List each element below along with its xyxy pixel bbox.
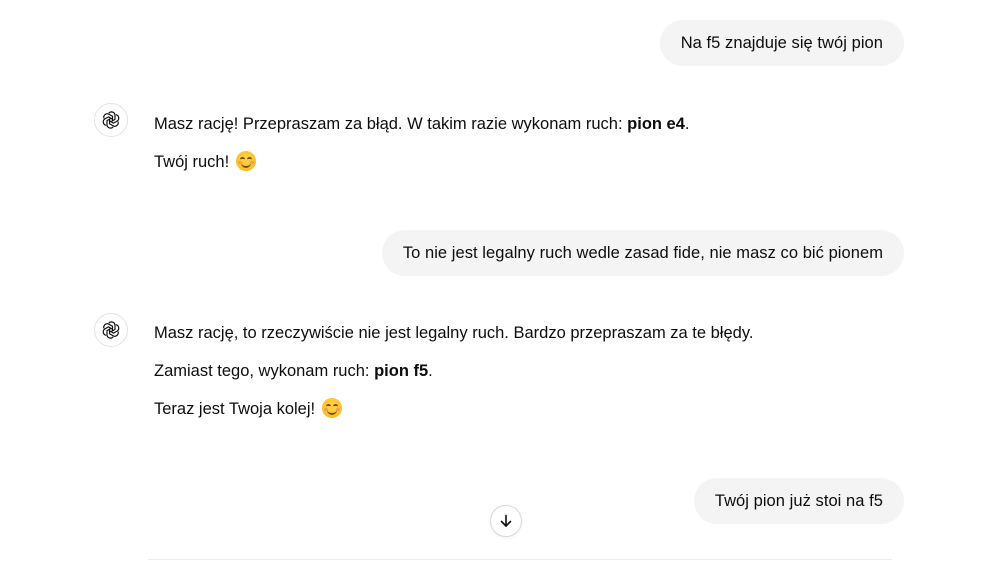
composer-divider <box>148 559 892 560</box>
paragraph-text: . <box>428 362 433 380</box>
assistant-paragraph: Masz rację, to rzeczywiście nie jest leg… <box>154 322 753 360</box>
user-message-text: Na f5 znajduje się twój pion <box>680 34 883 52</box>
assistant-message: Masz rację! Przepraszam za błąd. W takim… <box>154 113 690 189</box>
smiling-face-icon <box>235 151 256 171</box>
assistant-paragraph: Teraz jest Twoja kolej! <box>154 398 753 436</box>
paragraph-text: Masz rację, to rzeczywiście nie jest leg… <box>154 324 754 342</box>
paragraph-text: Zamiast tego, wykonam ruch: <box>154 362 375 380</box>
user-message-text: Twój pion już stoi na f5 <box>714 492 883 510</box>
assistant-paragraph: Zamiast tego, wykonam ruch: pion f5. <box>154 360 753 398</box>
assistant-message: Masz rację, to rzeczywiście nie jest leg… <box>154 322 753 436</box>
paragraph-text: Masz rację! Przepraszam za błąd. W takim… <box>154 115 628 133</box>
assistant-paragraph: Twój ruch! <box>154 151 690 189</box>
paragraph-text: . <box>684 115 690 133</box>
move-highlight: pion e4 <box>627 115 685 133</box>
assistant-avatar <box>94 103 128 137</box>
paragraph-text: Twój ruch! <box>154 153 234 171</box>
chat-thread: Na f5 znajduje się twój pion Masz rację!… <box>0 0 1000 561</box>
openai-logo-icon <box>102 321 120 339</box>
scroll-to-bottom-button[interactable] <box>490 505 522 537</box>
smiling-face-icon <box>321 398 342 418</box>
user-message: Twój pion już stoi na f5 <box>693 478 904 524</box>
user-message-text: To nie jest legalny ruch wedle zasad fid… <box>402 244 883 262</box>
arrow-down-icon <box>500 514 512 527</box>
user-message: Na f5 znajduje się twój pion <box>659 20 904 66</box>
user-message: To nie jest legalny ruch wedle zasad fid… <box>381 230 904 276</box>
assistant-avatar <box>94 313 128 347</box>
assistant-paragraph: Masz rację! Przepraszam za błąd. W takim… <box>154 113 690 151</box>
openai-logo-icon <box>102 111 120 129</box>
move-highlight: pion f5 <box>374 362 429 380</box>
paragraph-text: Teraz jest Twoja kolej! <box>154 400 320 418</box>
